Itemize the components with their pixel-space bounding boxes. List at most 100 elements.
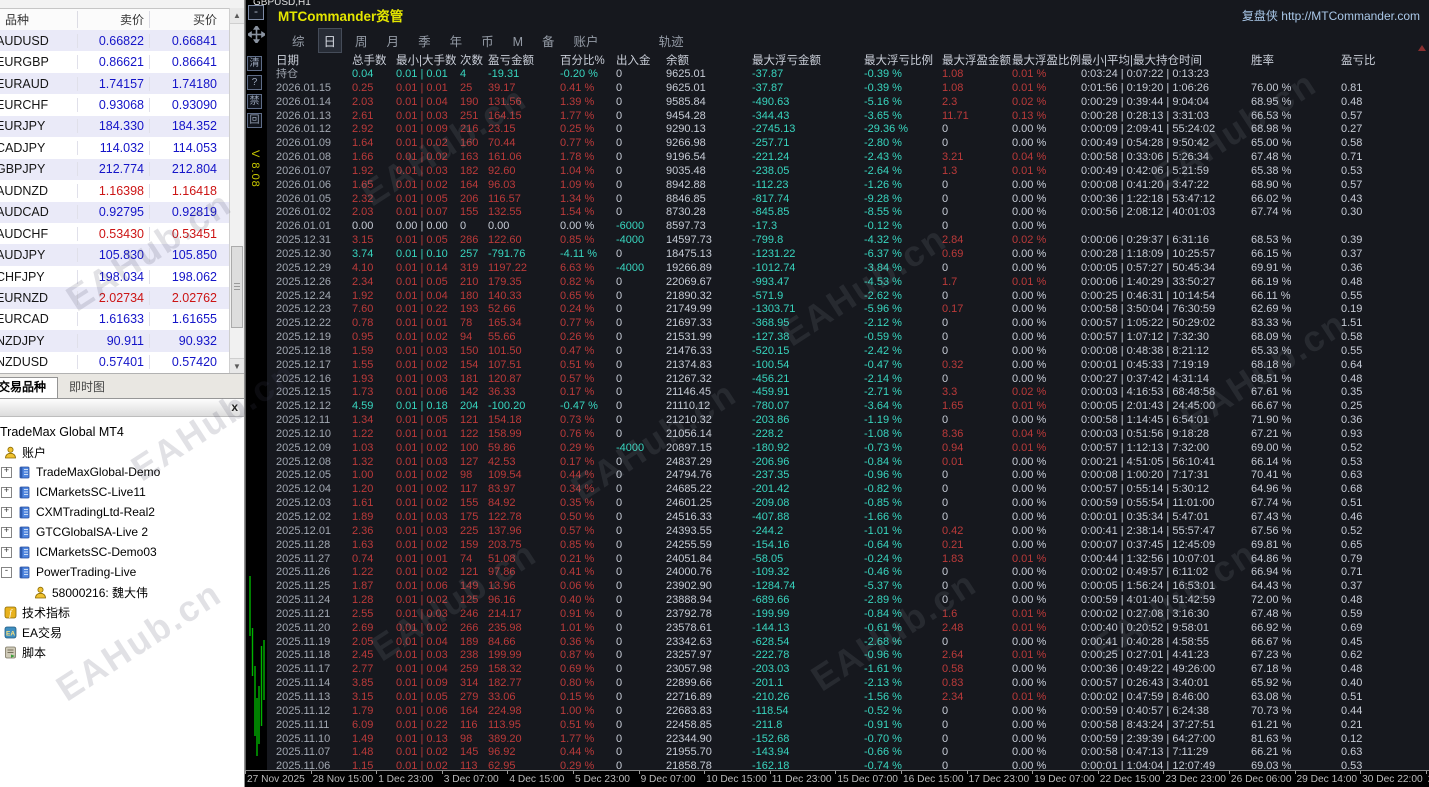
column-header[interactable]: 最大浮盈比例 [1003,52,1081,68]
scroll-down-icon[interactable]: ▼ [230,358,244,374]
table-row[interactable]: 2025.11.07 1.48 0.01 | 0.02 145 96.92 0.44 % 0… [267,746,1429,760]
table-row[interactable]: 2026.01.06 1.65 0.01 | 0.02 164 96.03 1.09 % 0… [267,179,1429,193]
table-row[interactable]: 2025.12.19 0.95 0.01 | 0.02 94 55.66 0.26 % 0 2… [267,331,1429,345]
table-row[interactable]: 2025.12.03 1.61 0.01 | 0.02 155 84.92 0.35 % 0… [267,497,1429,511]
clear-icon[interactable]: 清 [247,56,262,71]
table-row[interactable]: 2026.01.08 1.66 0.01 | 0.02 163 161.06 1.78 %… [267,151,1429,165]
column-header[interactable]: 盈亏金额 [479,52,551,68]
column-header[interactable]: 次数 [451,52,483,68]
table-row[interactable]: 2025.12.01 2.36 0.01 | 0.03 225 137.96 0.57 %… [267,525,1429,539]
tab-日[interactable]: 日 [317,28,343,53]
market-watch-tab-tick-chart[interactable]: 即时图 [58,378,116,398]
market-watch-row[interactable]: CADJPY 114.032 114.053 [0,137,229,159]
navigator-server-icmarketssc-live11[interactable]: + ICMarketsSC-Live11 [0,482,244,502]
table-row[interactable]: 2026.01.15 0.25 0.01 | 0.01 25 39.17 0.41 % 0 9… [267,82,1429,96]
table-row[interactable]: 2026.01.09 1.64 0.01 | 0.02 160 70.44 0.77 % 0… [267,137,1429,151]
table-row[interactable]: 2025.12.22 0.78 0.01 | 0.01 78 165.34 0.77 % 0… [267,317,1429,331]
column-header[interactable]: 最大浮盈金额 [933,52,1011,68]
column-header[interactable]: 出入金 [607,52,657,68]
table-row[interactable]: 2025.11.06 1.15 0.01 | 0.02 113 62.95 0.29 % 0… [267,760,1429,770]
table-row[interactable]: 2025.12.26 2.34 0.01 | 0.05 210 179.35 0.82 %… [267,276,1429,290]
tab-周[interactable]: 周 [350,29,373,52]
tab-备[interactable]: 备 [537,29,560,52]
table-row[interactable]: 2025.11.10 1.49 0.01 | 0.13 98 389.20 1.77 % 0… [267,733,1429,747]
market-watch-row[interactable]: EURNZD 2.02734 2.02762 [0,287,229,309]
navigator-root[interactable]: TradeMax Global MT4 [0,422,244,442]
table-row[interactable]: 2026.01.14 2.03 0.01 | 0.04 190 131.56 1.39 %… [267,96,1429,110]
table-row[interactable]: 2025.12.12 4.59 0.01 | 0.18 204 -100.20 -0.47… [267,400,1429,414]
table-row[interactable]: 2026.01.05 2.32 0.01 | 0.05 206 116.57 1.34 %… [267,193,1429,207]
brand-link[interactable]: 复盘侠 http://MTCommander.com [1242,7,1420,24]
column-symbol[interactable]: 品种 [0,11,78,28]
help-icon[interactable]: ? [247,75,262,90]
market-watch-tab-symbols[interactable]: 交易品种 [0,377,59,398]
collapse-icon[interactable]: - [1,566,12,578]
table-row[interactable]: 2025.11.14 3.85 0.01 | 0.09 314 182.77 0.80 %… [267,677,1429,691]
navigator-logged-account[interactable]: 58000216: 魏大伟 [0,582,244,602]
column-header[interactable]: 余额 [657,52,743,68]
column-bid[interactable]: 卖价 [78,11,150,28]
navigator-item-expert-advisors[interactable]: EA EA交易 [0,622,244,642]
close-icon[interactable]: x [231,399,238,415]
expand-icon[interactable]: + [1,546,12,558]
table-row[interactable]: 2026.01.01 0.00 0.00 | 0.00 0 0.00 0.00 % -600… [267,220,1429,234]
table-row[interactable]: 2025.12.18 1.59 0.01 | 0.03 150 101.50 0.47 %… [267,345,1429,359]
market-watch-row[interactable]: EURCAD 1.61633 1.61655 [0,308,229,331]
forbid-icon[interactable]: 禁 [247,94,262,109]
table-row[interactable]: 2025.11.19 2.05 0.01 | 0.04 189 84.66 0.36 % 0… [267,636,1429,650]
window-icon[interactable]: 回 [247,113,262,128]
market-watch-row[interactable]: AUDUSD 0.66822 0.66841 [0,30,229,52]
market-watch-row[interactable]: CHFJPY 198.034 198.062 [0,265,229,288]
market-watch-row[interactable]: AUDCHF 0.53430 0.53451 [0,222,229,245]
navigator-server-powertrading-live[interactable]: - PowerTrading-Live [0,562,244,582]
table-row[interactable]: 2025.12.02 1.89 0.01 | 0.03 175 122.78 0.50 %… [267,511,1429,525]
table-row[interactable]: 2025.12.24 1.92 0.01 | 0.04 180 140.33 0.65 %… [267,290,1429,304]
table-row[interactable]: 2026.01.13 2.61 0.01 | 0.03 251 164.15 1.77 %… [267,110,1429,124]
navigator-server-gtcglobalsa-live-2[interactable]: + GTCGlobalSA-Live 2 [0,522,244,542]
column-header[interactable]: 盈亏比 [1332,52,1427,68]
table-row[interactable]: 2025.12.10 1.22 0.01 | 0.01 122 158.99 0.76 %… [267,428,1429,442]
table-row[interactable]: 2025.11.12 1.79 0.01 | 0.06 164 224.98 1.00 %… [267,705,1429,719]
column-header[interactable]: 总手数 [343,52,387,68]
column-header[interactable]: 最大浮亏金额 [743,52,855,68]
table-row[interactable]: 2026.01.02 2.03 0.01 | 0.07 155 132.55 1.54 %… [267,206,1429,220]
table-row[interactable]: 2025.12.04 1.20 0.01 | 0.02 117 83.97 0.34 % 0… [267,483,1429,497]
tab-季[interactable]: 季 [413,29,436,52]
expand-icon[interactable]: + [1,526,12,538]
table-row[interactable]: 2025.11.24 1.28 0.01 | 0.02 125 96.16 0.40 % 0… [267,594,1429,608]
tab-月[interactable]: 月 [382,29,405,52]
table-row[interactable]: 2025.12.17 1.55 0.01 | 0.02 154 107.51 0.51 %… [267,359,1429,373]
market-watch-row[interactable]: EURJPY 184.330 184.352 [0,115,229,138]
navigator-accounts-group[interactable]: 账户 [0,442,244,462]
column-header[interactable]: 百分比% [551,52,607,68]
table-row[interactable]: 2025.12.09 1.03 0.01 | 0.02 100 59.86 0.29 % -… [267,442,1429,456]
table-row[interactable]: 2025.11.21 2.55 0.01 | 0.03 246 214.17 0.91 %… [267,608,1429,622]
minimize-button[interactable]: - [248,5,264,20]
table-row[interactable]: 2025.11.17 2.77 0.01 | 0.04 259 158.32 0.69 %… [267,663,1429,677]
scroll-up-indicator-icon[interactable] [1418,45,1426,51]
navigator-server-cxmtradingltd-real2[interactable]: + CXMTradingLtd-Real2 [0,502,244,522]
expand-icon[interactable]: + [1,506,12,518]
market-watch-row[interactable]: AUDJPY 105.830 105.850 [0,244,229,266]
column-header[interactable]: 日期 [267,52,343,68]
table-row[interactable]: 2025.12.29 4.10 0.01 | 0.14 319 1197.22 6.63 … [267,262,1429,276]
navigator-server-trademaxglobal-demo[interactable]: + TradeMaxGlobal-Demo [0,462,244,482]
chart-time-axis[interactable]: 27 Nov 2025 28 Nov 15:00 1 Dec 23:00 3 Dec … [245,770,1429,787]
tab-轨迹[interactable]: 轨迹 [654,29,689,52]
market-watch-scrollbar[interactable]: ▲ ▼ [229,8,244,374]
tab-年[interactable]: 年 [445,29,468,52]
table-row[interactable]: 2025.11.20 2.69 0.01 | 0.02 266 235.98 1.01 %… [267,622,1429,636]
market-watch-row[interactable]: EURGBP 0.86621 0.86641 [0,51,229,73]
table-row[interactable]: 2025.12.31 3.15 0.01 | 0.05 286 122.60 0.85 %… [267,234,1429,248]
tab-综[interactable]: 综 [287,29,310,52]
move-panel-icon[interactable] [246,24,267,48]
tab-币[interactable]: 币 [476,29,499,52]
navigator-item-indicators[interactable]: f 技术指标 [0,602,244,622]
table-row[interactable]: 2025.11.28 1.63 0.01 | 0.02 159 203.75 0.85 %… [267,539,1429,553]
tab-账户[interactable]: 账户 [569,29,604,52]
table-row[interactable]: 2025.12.23 7.60 0.01 | 0.22 193 52.66 0.24 % 0… [267,303,1429,317]
table-row[interactable]: 2025.12.15 1.73 0.01 | 0.06 142 36.33 0.17 % 0… [267,386,1429,400]
table-row[interactable]: 2026.01.07 1.92 0.01 | 0.03 182 92.60 1.04 % 0… [267,165,1429,179]
table-row[interactable]: 2025.11.13 3.15 0.01 | 0.05 279 33.06 0.15 % 0… [267,691,1429,705]
expand-icon[interactable]: + [1,486,12,498]
